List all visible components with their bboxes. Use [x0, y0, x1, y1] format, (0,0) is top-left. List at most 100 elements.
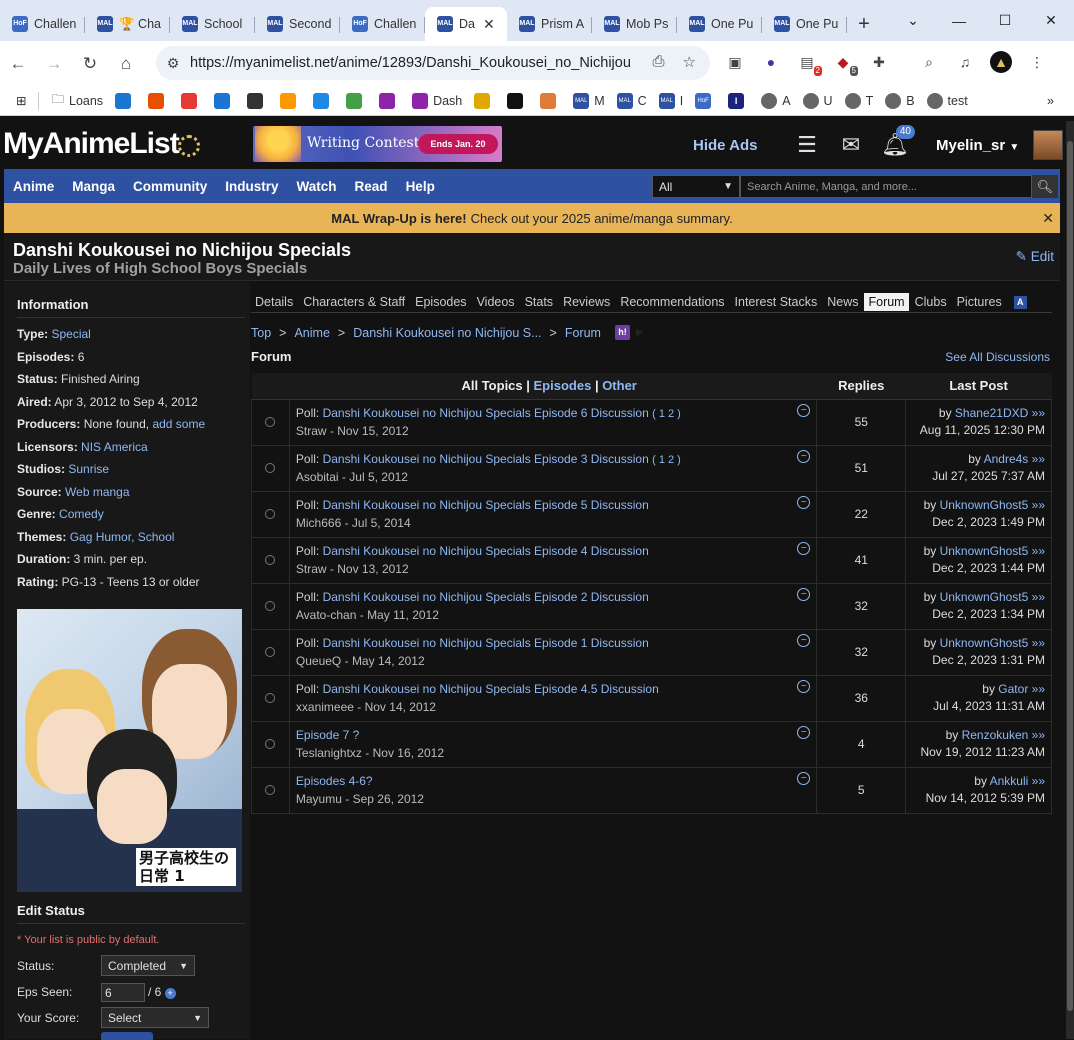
- topic-author[interactable]: Straw: [296, 424, 327, 438]
- collapse-icon[interactable]: −: [797, 633, 811, 647]
- collapse-icon[interactable]: −: [797, 725, 811, 739]
- topic-title-link[interactable]: Danshi Koukousei no Nichijou Specials Ep…: [323, 590, 649, 604]
- topic-title-link[interactable]: Episodes 4-6?: [296, 774, 373, 788]
- topic-author[interactable]: Avato-chan: [296, 608, 357, 622]
- collapse-icon[interactable]: −: [797, 541, 811, 555]
- topic-radio[interactable]: [265, 509, 276, 519]
- breadcrumb-item[interactable]: Anime: [294, 326, 329, 340]
- bookmark-icon[interactable]: [142, 89, 175, 113]
- last-post-user[interactable]: UnknownGhost5: [940, 636, 1029, 650]
- topic-title-link[interactable]: Danshi Koukousei no Nichijou Specials Ep…: [323, 452, 649, 466]
- topic-radio[interactable]: [265, 739, 276, 749]
- search-input[interactable]: Search Anime, Manga, and more...: [740, 175, 1032, 198]
- bookmark-icon[interactable]: [468, 89, 501, 113]
- last-post-user[interactable]: UnknownGhost5: [940, 498, 1029, 512]
- breadcrumb-item[interactable]: Top: [251, 326, 271, 340]
- extension-shield-icon[interactable]: ◆ 5: [832, 51, 858, 76]
- mail-icon[interactable]: ✉: [837, 131, 865, 159]
- wrapup-banner[interactable]: MAL Wrap-Up is here! Check out your 2025…: [4, 203, 1060, 233]
- collapse-icon[interactable]: −: [797, 495, 811, 509]
- bookmark-globe[interactable]: test: [921, 89, 974, 113]
- nav-anime[interactable]: Anime: [4, 179, 63, 194]
- bookmark-icon[interactable]: [534, 89, 567, 113]
- search-category-select[interactable]: All ▼: [652, 175, 740, 198]
- other-filter[interactable]: Other: [602, 378, 637, 393]
- info-value[interactable]: Comedy: [59, 507, 104, 521]
- tab-pictures[interactable]: Pictures: [953, 293, 1006, 311]
- bookmark-icon[interactable]: [109, 89, 142, 113]
- collapse-icon[interactable]: −: [797, 679, 811, 693]
- close-icon[interactable]: ✕: [1042, 210, 1054, 227]
- promo-banner[interactable]: Writing Contest Ends Jan. 20: [253, 126, 502, 162]
- collapse-icon[interactable]: −: [797, 587, 811, 601]
- go-to-last-post-icon[interactable]: »»: [1028, 544, 1045, 558]
- last-post-user[interactable]: Shane21DXD: [955, 406, 1028, 420]
- last-post-user[interactable]: UnknownGhost5: [940, 590, 1029, 604]
- bookmark-dash[interactable]: Dash: [406, 89, 468, 113]
- browser-tab[interactable]: MAL Da ✕: [425, 7, 507, 41]
- browser-tab[interactable]: MAL School: [170, 7, 255, 41]
- apps-icon[interactable]: ⊞: [10, 89, 32, 113]
- bookmark-icon[interactable]: [175, 89, 208, 113]
- go-to-last-post-icon[interactable]: »»: [1028, 452, 1045, 466]
- tab-interest-stacks[interactable]: Interest Stacks: [731, 293, 822, 311]
- back-icon[interactable]: ←: [0, 54, 36, 74]
- bookmark-globe[interactable]: A: [755, 89, 796, 113]
- bookmark-icon[interactable]: [373, 89, 406, 113]
- breadcrumb-item[interactable]: Forum: [565, 326, 601, 340]
- bookmark-globe[interactable]: B: [879, 89, 920, 113]
- bell-icon[interactable]: 🔔︎ 40: [881, 125, 915, 159]
- last-post-user[interactable]: Renzokuken: [962, 728, 1029, 742]
- all-topics-filter[interactable]: All Topics: [461, 378, 522, 393]
- user-menu[interactable]: Myelin_sr ▼: [936, 137, 1019, 154]
- home-icon[interactable]: ⌂: [108, 54, 144, 74]
- tab-stats[interactable]: Stats: [521, 293, 558, 311]
- forward-icon[interactable]: →: [36, 54, 72, 74]
- site-info-icon[interactable]: ⚙: [156, 55, 190, 72]
- search-tabs-icon[interactable]: ⌕: [918, 51, 940, 73]
- extension-globe-icon[interactable]: ●: [760, 51, 782, 73]
- tab-forum[interactable]: Forum: [864, 293, 909, 311]
- topic-author[interactable]: QueueQ: [296, 654, 341, 668]
- tab-clubs[interactable]: Clubs: [911, 293, 951, 311]
- browser-tab[interactable]: MAL Second: [255, 7, 340, 41]
- hide-ads-link[interactable]: Hide Ads: [693, 137, 757, 154]
- last-post-user[interactable]: Andre4s: [984, 452, 1029, 466]
- go-to-last-post-icon[interactable]: »»: [1028, 406, 1045, 420]
- nav-watch[interactable]: Watch: [288, 179, 346, 194]
- go-to-last-post-icon[interactable]: »»: [1028, 636, 1045, 650]
- close-icon[interactable]: ✕: [483, 16, 495, 33]
- browser-tab[interactable]: MAL One Pu: [677, 7, 762, 41]
- bookmark-icon[interactable]: [208, 89, 241, 113]
- topic-title-link[interactable]: Danshi Koukousei no Nichijou Specials Ep…: [323, 636, 649, 650]
- list-icon[interactable]: ☰: [793, 131, 821, 159]
- eps-seen-input[interactable]: 6: [101, 983, 145, 1002]
- topic-radio[interactable]: [265, 647, 276, 657]
- topic-author[interactable]: Mayumu: [296, 792, 342, 806]
- menu-dots-icon[interactable]: ⋮: [1026, 51, 1048, 73]
- topic-pages[interactable]: ( 1 2 ): [652, 454, 681, 466]
- go-to-last-post-icon[interactable]: »»: [1028, 590, 1045, 604]
- bookmark-icon[interactable]: [501, 89, 534, 113]
- chevron-down-icon[interactable]: ⌄: [890, 0, 936, 41]
- search-icon[interactable]: 🔍︎: [1032, 175, 1058, 198]
- info-value[interactable]: Web manga: [65, 485, 129, 499]
- tab-recommendations[interactable]: Recommendations: [616, 293, 728, 311]
- bookmark-icon[interactable]: [340, 89, 373, 113]
- topic-title-link[interactable]: Danshi Koukousei no Nichijou Specials Ep…: [323, 682, 659, 696]
- go-to-last-post-icon[interactable]: »»: [1028, 682, 1045, 696]
- page-scrollbar[interactable]: [1066, 121, 1074, 1039]
- bookmark-mal[interactable]: MAL M: [567, 89, 610, 113]
- topic-radio[interactable]: [265, 785, 276, 795]
- browser-tab[interactable]: HoF Challen: [0, 7, 85, 41]
- site-logo[interactable]: MyAnimeList: [3, 127, 180, 161]
- cast-icon[interactable]: ▣: [724, 51, 746, 73]
- info-value-link[interactable]: add some: [152, 417, 205, 431]
- topic-pages[interactable]: ( 1 2 ): [652, 408, 681, 420]
- info-value[interactable]: NIS America: [81, 440, 148, 454]
- topic-radio[interactable]: [265, 417, 276, 427]
- tab-episodes[interactable]: Episodes: [411, 293, 470, 311]
- hidive-icon[interactable]: h!: [614, 325, 630, 340]
- status-select[interactable]: Completed ▼: [101, 955, 195, 976]
- bookmark-star-icon[interactable]: ☆: [683, 53, 696, 71]
